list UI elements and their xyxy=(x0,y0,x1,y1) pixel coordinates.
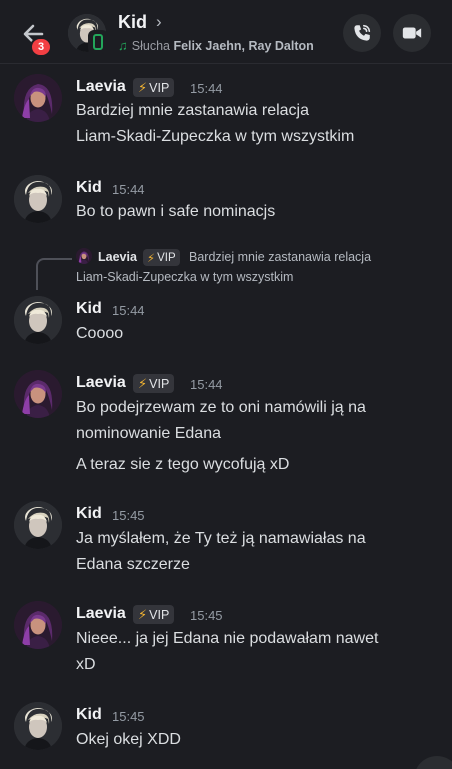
kid-avatar-image xyxy=(14,175,62,223)
message-author[interactable]: Kid xyxy=(76,300,102,318)
message-author[interactable]: Kid xyxy=(76,706,102,724)
avatar[interactable] xyxy=(14,702,62,750)
reply-connector xyxy=(36,258,72,290)
message-text: nominowanie Edana xyxy=(76,425,221,442)
page-title[interactable]: Kid xyxy=(118,12,147,33)
vip-badge: ⚡ VIP xyxy=(133,78,175,97)
reply-preview-text[interactable]: Bardziej mnie zastanawia relacja xyxy=(189,250,371,264)
message-author[interactable]: Laevia xyxy=(76,374,126,392)
message-text: Edana szczerze xyxy=(76,556,190,573)
message-timestamp: 15:45 xyxy=(190,608,223,623)
kid-avatar-image xyxy=(14,702,62,750)
kid-avatar-image xyxy=(14,501,62,549)
unread-badge: 3 xyxy=(30,37,52,57)
message-text: Bo to pawn i safe nominacjs xyxy=(76,203,276,220)
avatar[interactable] xyxy=(14,175,62,223)
message-text: Bardziej mnie zastanawia relacja xyxy=(76,102,309,119)
message-author[interactable]: Kid xyxy=(76,179,102,197)
video-call-button[interactable] xyxy=(393,14,431,52)
phone-call-icon xyxy=(354,24,371,41)
message-text: Okej okej XDD xyxy=(76,731,181,748)
reply-avatar[interactable] xyxy=(76,248,92,264)
laevia-avatar-image xyxy=(76,248,92,264)
message-author[interactable]: Laevia xyxy=(76,78,126,96)
reply-preview-text[interactable]: Liam-Skadi-Zupeczka w tym wszystkim xyxy=(76,270,293,284)
voice-call-button[interactable] xyxy=(343,14,381,52)
video-camera-icon xyxy=(402,27,422,39)
message-text: Coooo xyxy=(76,325,124,342)
laevia-avatar-image xyxy=(14,601,62,649)
music-note-icon: ♫ xyxy=(118,38,128,53)
message-timestamp: 15:44 xyxy=(112,303,145,318)
avatar[interactable] xyxy=(14,501,62,549)
message-timestamp: 15:44 xyxy=(190,377,223,392)
lightning-icon: ⚡ xyxy=(147,252,156,265)
message-text: Nieee... ja jej Edana nie podawałam nawe… xyxy=(76,630,379,647)
laevia-avatar-image xyxy=(14,370,62,418)
message-text: Liam-Skadi-Zupeczka w tym wszystkim xyxy=(76,128,355,145)
avatar[interactable] xyxy=(14,74,62,122)
message-author[interactable]: Kid xyxy=(76,505,102,523)
message-timestamp: 15:45 xyxy=(112,508,145,523)
avatar[interactable] xyxy=(14,370,62,418)
chat-header: 3 Kid › ♫ Słucha Felix Jaehn, Ray Dalton xyxy=(0,0,452,64)
message-timestamp: 15:44 xyxy=(190,81,223,96)
message-text: Bo podejrzewam ze to oni namówili ją na xyxy=(76,399,366,416)
chevron-right-icon[interactable]: › xyxy=(156,12,162,32)
status-artists: Felix Jaehn, Ray Dalton xyxy=(173,39,314,53)
lightning-icon: ⚡ xyxy=(138,606,148,622)
vip-badge: ⚡ VIP xyxy=(143,249,180,266)
mobile-online-icon xyxy=(88,30,108,54)
reply-author[interactable]: Laevia xyxy=(98,250,137,264)
laevia-avatar-image xyxy=(14,74,62,122)
vip-badge: ⚡ VIP xyxy=(133,605,175,624)
scroll-to-bottom-button[interactable] xyxy=(414,756,452,769)
lightning-icon: ⚡ xyxy=(138,79,148,95)
message-timestamp: 15:45 xyxy=(112,709,145,724)
avatar[interactable] xyxy=(14,296,62,344)
message-author[interactable]: Laevia xyxy=(76,605,126,623)
kid-avatar-image xyxy=(14,296,62,344)
message-text: xD xyxy=(76,656,96,673)
message-text: Ja myślałem, że Ty też ją namawiałas na xyxy=(76,530,366,547)
vip-badge: ⚡ VIP xyxy=(133,374,175,393)
activity-status: ♫ Słucha Felix Jaehn, Ray Dalton xyxy=(118,38,314,53)
avatar[interactable] xyxy=(14,601,62,649)
message-timestamp: 15:44 xyxy=(112,182,145,197)
status-prefix: Słucha xyxy=(131,39,170,53)
message-text: A teraz sie z tego wycofują xD xyxy=(76,456,290,473)
lightning-icon: ⚡ xyxy=(138,375,148,391)
